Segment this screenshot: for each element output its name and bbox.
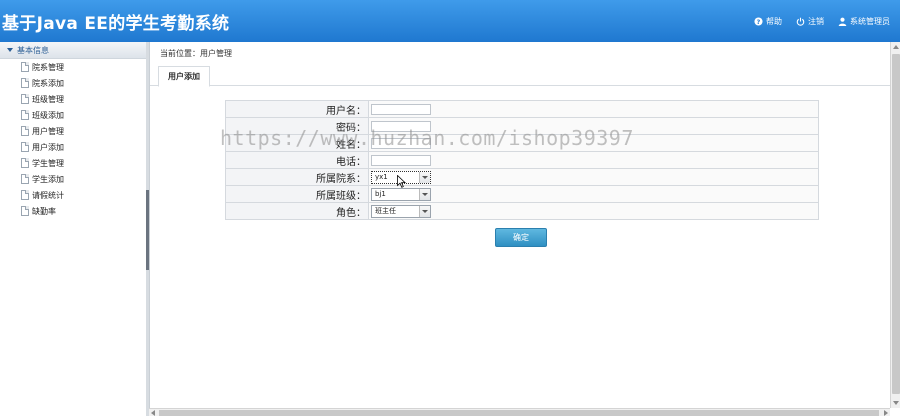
class-selected-value: bj1 — [375, 190, 386, 198]
name-label: 姓名： — [225, 134, 369, 152]
user-add-form: 用户名： 密码： 姓名： 电话： 所属院系： yx1 所属班级： bj1 角色：… — [225, 100, 819, 220]
role-selected-value: 班主任 — [375, 207, 396, 215]
phone-input[interactable] — [371, 154, 431, 166]
department-label: 所属院系： — [225, 168, 369, 186]
scroll-left-icon[interactable] — [151, 410, 155, 416]
sidebar-item-label: 请假统计 — [32, 190, 64, 200]
form-row-phone: 电话： — [225, 151, 819, 169]
help-link[interactable]: ? 帮助 — [754, 16, 782, 27]
horizontal-scrollbar[interactable] — [149, 408, 890, 416]
document-icon — [21, 158, 29, 168]
sidebar-item-label: 班级添加 — [32, 110, 64, 120]
phone-label: 电话： — [225, 151, 369, 169]
document-icon — [21, 126, 29, 136]
help-label: 帮助 — [766, 17, 782, 26]
sidebar-nav-list: 院系管理 院系添加 班级管理 班级添加 用户管理 用户添加 学生管理 学生添加 … — [0, 59, 146, 219]
document-icon — [21, 206, 29, 216]
svg-text:?: ? — [757, 19, 761, 26]
role-label: 角色： — [225, 202, 369, 220]
document-icon — [21, 62, 29, 72]
sidebar: 基本信息 院系管理 院系添加 班级管理 班级添加 用户管理 用户添加 学生管理 … — [0, 42, 146, 416]
user-link[interactable]: 系统管理员 — [838, 16, 890, 27]
sidebar-item-label: 学生添加 — [32, 174, 64, 184]
sidebar-item-absence-rate[interactable]: 缺勤率 — [0, 203, 146, 219]
sidebar-item-user-add[interactable]: 用户添加 — [0, 139, 146, 155]
breadcrumb: 当前位置：用户管理 — [160, 49, 232, 58]
class-select[interactable]: bj1 — [371, 187, 431, 201]
scroll-right-icon[interactable] — [884, 410, 888, 416]
scroll-down-icon[interactable] — [892, 399, 900, 407]
power-icon — [796, 17, 805, 26]
document-icon — [21, 110, 29, 120]
sidebar-item-label: 学生管理 — [32, 158, 64, 168]
username-label: 用户名： — [225, 100, 369, 118]
document-icon — [21, 174, 29, 184]
triangle-down-icon — [7, 48, 13, 52]
password-label: 密码： — [225, 117, 369, 135]
sidebar-item-department-manage[interactable]: 院系管理 — [0, 59, 146, 75]
name-input[interactable] — [371, 137, 431, 149]
vertical-scroll-thumb[interactable] — [892, 54, 900, 394]
form-row-class: 所属班级： bj1 — [225, 185, 819, 203]
form-row-password: 密码： — [225, 117, 819, 135]
password-input[interactable] — [371, 120, 431, 132]
sidebar-item-label: 用户管理 — [32, 126, 64, 136]
horizontal-scroll-thumb[interactable] — [159, 410, 879, 416]
tab-user-add[interactable]: 用户添加 — [158, 66, 210, 87]
sidebar-item-label: 班级管理 — [32, 94, 64, 104]
vertical-scrollbar[interactable] — [890, 42, 900, 408]
document-icon — [21, 94, 29, 104]
main-content: 当前位置：用户管理 用户添加 用户名： 密码： 姓名： 电话： 所属院系： yx… — [149, 42, 891, 408]
user-label: 系统管理员 — [850, 17, 890, 26]
sidebar-item-class-manage[interactable]: 班级管理 — [0, 91, 146, 107]
department-selected-value: yx1 — [375, 173, 388, 181]
chevron-down-icon[interactable] — [419, 205, 430, 217]
sidebar-item-student-add[interactable]: 学生添加 — [0, 171, 146, 187]
app-title: 基于Java EE的学生考勤系统 — [2, 14, 230, 34]
form-row-name: 姓名： — [225, 134, 819, 152]
sidebar-item-user-manage[interactable]: 用户管理 — [0, 123, 146, 139]
sidebar-item-label: 院系管理 — [32, 62, 64, 72]
chevron-down-icon[interactable] — [419, 188, 430, 200]
sidebar-item-label: 院系添加 — [32, 78, 64, 88]
sidebar-item-label: 缺勤率 — [32, 206, 56, 216]
scroll-up-icon[interactable] — [892, 43, 900, 51]
form-row-department: 所属院系： yx1 — [225, 168, 819, 186]
logout-link[interactable]: 注销 — [796, 16, 824, 27]
user-icon — [838, 17, 847, 26]
app-window: 基于Java EE的学生考勤系统 ? 帮助 注销 系统管理员 基本信息 院系管理 — [0, 0, 900, 416]
role-select[interactable]: 班主任 — [371, 204, 431, 218]
tab-bar: 用户添加 — [150, 66, 891, 87]
logout-label: 注销 — [808, 17, 824, 26]
form-row-role: 角色： 班主任 — [225, 202, 819, 220]
form-row-username: 用户名： — [225, 100, 819, 118]
sidebar-item-class-add[interactable]: 班级添加 — [0, 107, 146, 123]
class-label: 所属班级： — [225, 185, 369, 203]
username-input[interactable] — [371, 103, 431, 115]
sidebar-item-student-manage[interactable]: 学生管理 — [0, 155, 146, 171]
sidebar-item-department-add[interactable]: 院系添加 — [0, 75, 146, 91]
sidebar-item-leave-stats[interactable]: 请假统计 — [0, 187, 146, 203]
sidebar-group-label: 基本信息 — [17, 45, 49, 55]
header-bar: 基于Java EE的学生考勤系统 ? 帮助 注销 系统管理员 — [0, 0, 900, 42]
document-icon — [21, 142, 29, 152]
submit-button[interactable]: 确定 — [495, 228, 547, 247]
sidebar-group-basic-info[interactable]: 基本信息 — [0, 42, 146, 59]
chevron-down-icon[interactable] — [419, 171, 430, 183]
document-icon — [21, 190, 29, 200]
department-select[interactable]: yx1 — [371, 170, 431, 184]
document-icon — [21, 78, 29, 88]
sidebar-item-label: 用户添加 — [32, 142, 64, 152]
help-icon: ? — [754, 17, 763, 26]
